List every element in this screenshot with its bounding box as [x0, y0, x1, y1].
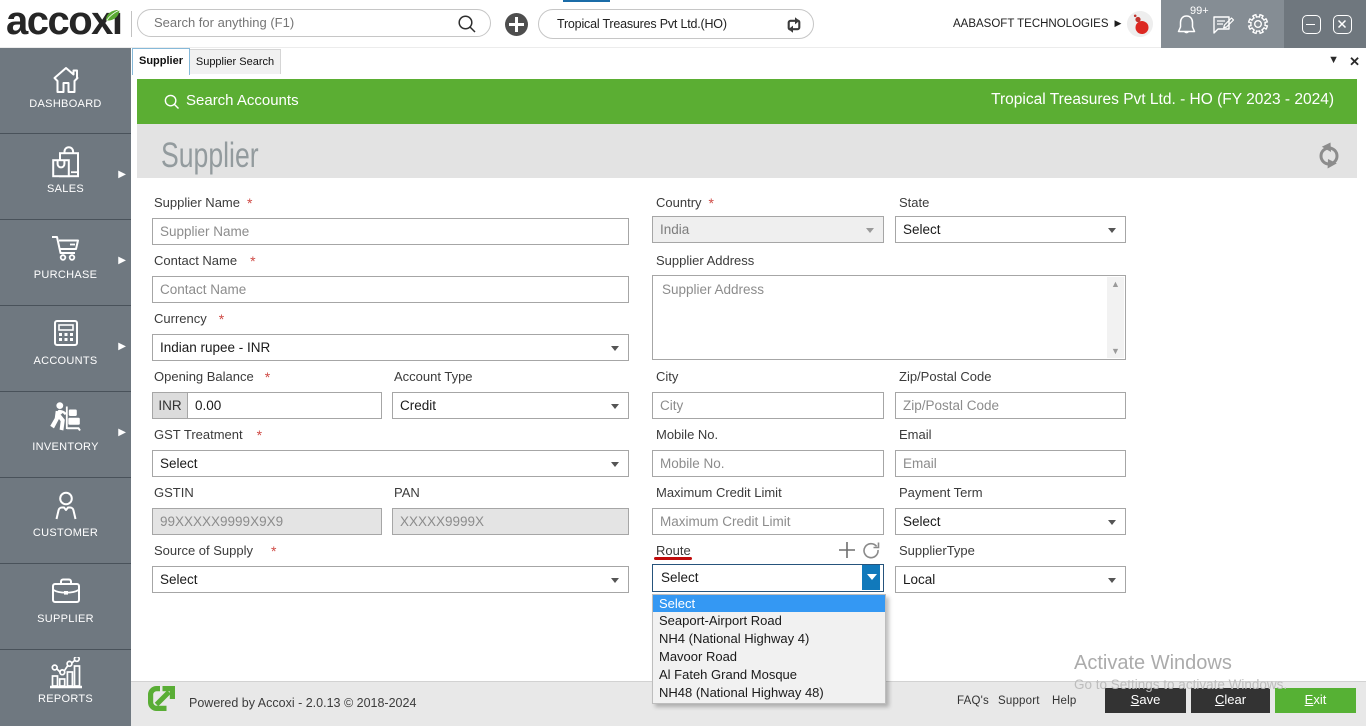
svg-text:accoxı: accoxı: [6, 0, 122, 43]
